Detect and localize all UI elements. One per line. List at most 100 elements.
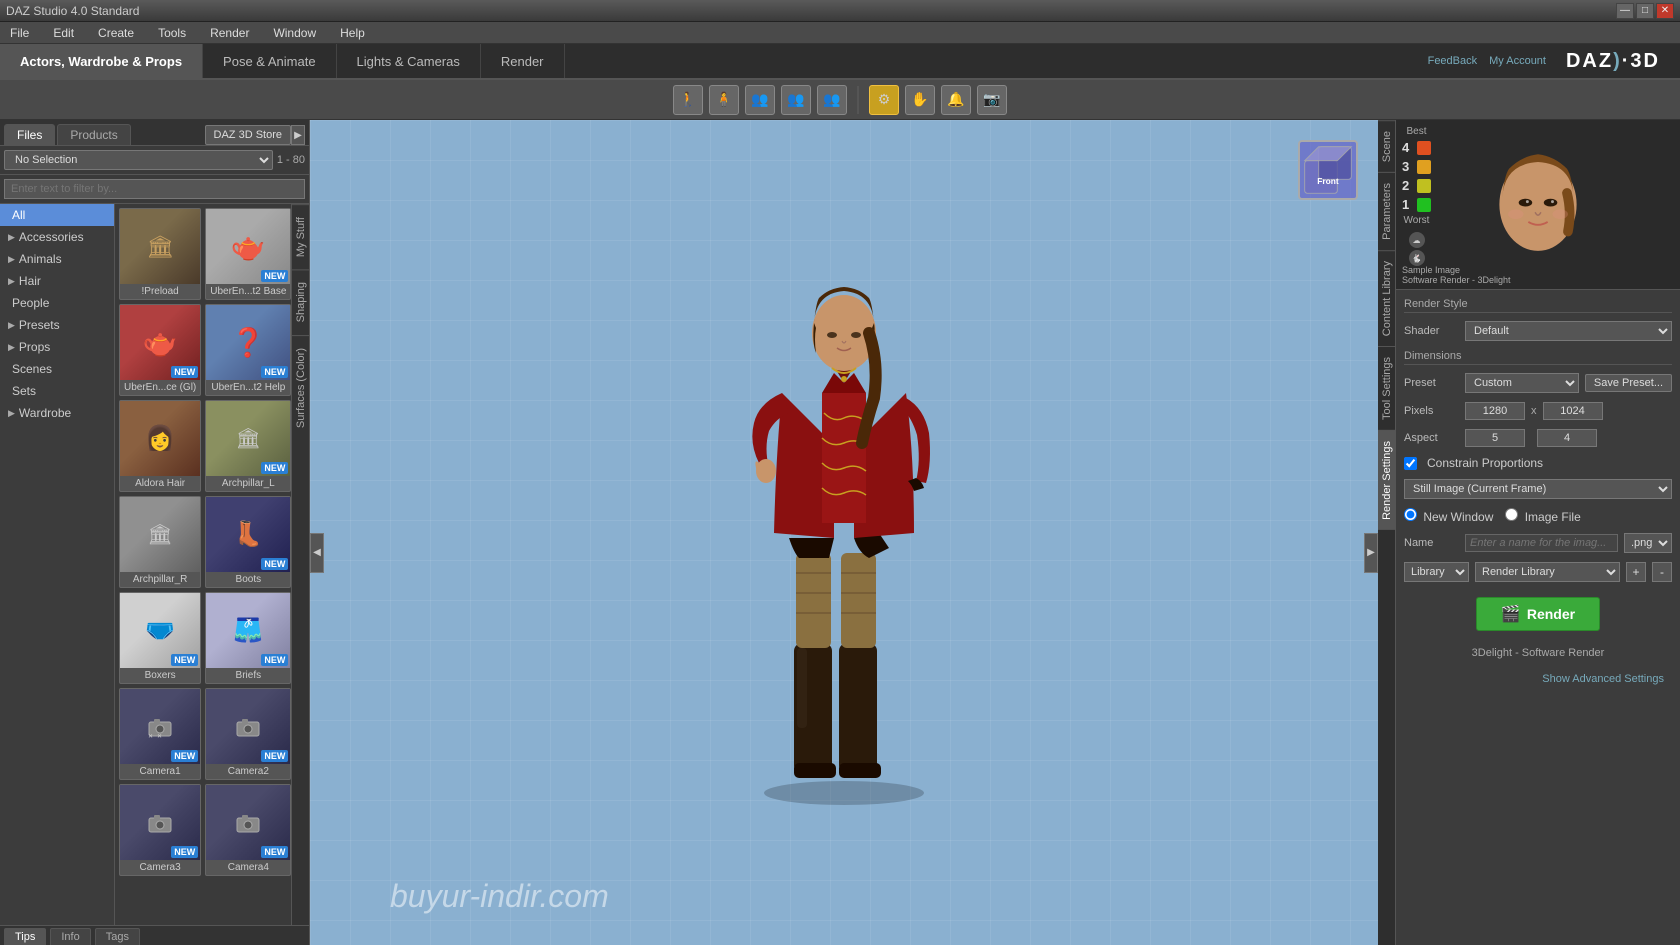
list-item[interactable]: NEW Camera4 bbox=[205, 784, 291, 876]
side-tab-my-stuff[interactable]: My Stuff bbox=[292, 204, 309, 269]
list-item[interactable]: NEW Camera3 bbox=[119, 784, 201, 876]
render-engine-label: 3Delight - Software Render bbox=[1404, 643, 1672, 663]
feedback-link[interactable]: FeedBack bbox=[1428, 55, 1478, 67]
cat-accessories[interactable]: ▶Accessories bbox=[0, 226, 114, 248]
menu-file[interactable]: File bbox=[6, 24, 33, 42]
list-item[interactable]: ❓ NEW UberEn...t2 Help bbox=[205, 304, 291, 396]
quality-icon-2[interactable]: 🐇 bbox=[1409, 250, 1425, 266]
aspect-width-input[interactable] bbox=[1465, 429, 1525, 447]
search-input[interactable] bbox=[4, 179, 305, 199]
cat-scenes[interactable]: Scenes bbox=[0, 358, 114, 380]
right-tab-scene[interactable]: Scene bbox=[1378, 120, 1395, 172]
pixels-height-input[interactable] bbox=[1543, 402, 1603, 420]
quality-icon-1[interactable]: ☁ bbox=[1409, 232, 1425, 248]
daz-store-button[interactable]: DAZ 3D Store bbox=[205, 125, 291, 145]
selection-dropdown[interactable]: No Selection bbox=[4, 150, 273, 170]
save-preset-button[interactable]: Save Preset... bbox=[1585, 374, 1672, 392]
new-window-radio[interactable] bbox=[1404, 508, 1417, 521]
image-file-radio[interactable] bbox=[1505, 508, 1518, 521]
render-to-select[interactable]: Still Image (Current Frame) bbox=[1404, 479, 1672, 499]
minimize-button[interactable]: — bbox=[1616, 3, 1634, 19]
right-tab-content-library[interactable]: Content Library bbox=[1378, 250, 1395, 346]
cat-presets[interactable]: ▶Presets bbox=[0, 314, 114, 336]
tab-products[interactable]: Products bbox=[57, 124, 130, 145]
library-add-button[interactable]: + bbox=[1626, 562, 1646, 582]
tab-info[interactable]: Info bbox=[50, 928, 90, 945]
right-tab-render-settings[interactable]: Render Settings bbox=[1378, 430, 1395, 530]
app-title: DAZ Studio 4.0 Standard bbox=[6, 4, 139, 18]
cat-hair[interactable]: ▶Hair bbox=[0, 270, 114, 292]
camera-icon bbox=[233, 808, 263, 838]
view-cube[interactable]: Front bbox=[1298, 140, 1358, 200]
toolbar-group2-icon[interactable]: 👥 bbox=[781, 85, 811, 115]
new-badge: NEW bbox=[261, 654, 288, 666]
account-link[interactable]: My Account bbox=[1489, 55, 1546, 67]
name-input[interactable] bbox=[1465, 534, 1618, 552]
viewport-left-collapse[interactable]: ◀ bbox=[310, 533, 324, 573]
toolbar-settings-icon[interactable]: ⚙ bbox=[869, 85, 899, 115]
list-item[interactable]: 🫖 NEW UberEn...t2 Base bbox=[205, 208, 291, 300]
quality-bar-4 bbox=[1417, 141, 1431, 155]
viewport-right-collapse[interactable]: ▶ bbox=[1364, 533, 1378, 573]
asset-name: Boots bbox=[206, 572, 290, 587]
show-advanced-settings[interactable]: Show Advanced Settings bbox=[1404, 669, 1672, 689]
list-item[interactable]: 🩳 NEW Briefs bbox=[205, 592, 291, 684]
list-item[interactable]: 🫖 NEW UberEn...ce (Gl) bbox=[119, 304, 201, 396]
tab-tips[interactable]: Tips bbox=[4, 928, 46, 945]
tab-pose-animate[interactable]: Pose & Animate bbox=[203, 44, 337, 78]
cat-all[interactable]: All bbox=[0, 204, 114, 226]
shader-select[interactable]: Default bbox=[1465, 321, 1672, 341]
menu-tools[interactable]: Tools bbox=[154, 24, 190, 42]
menu-create[interactable]: Create bbox=[94, 24, 138, 42]
render-button[interactable]: 🎬 Render bbox=[1476, 597, 1600, 631]
preset-select[interactable]: Custom bbox=[1465, 373, 1579, 393]
list-item[interactable]: 🏛 NEW Archpillar_L bbox=[205, 400, 291, 492]
aspect-height-input[interactable] bbox=[1537, 429, 1597, 447]
list-item[interactable]: 🩲 NEW Boxers bbox=[119, 592, 201, 684]
menu-help[interactable]: Help bbox=[336, 24, 369, 42]
right-tab-tool-settings[interactable]: Tool Settings bbox=[1378, 346, 1395, 430]
toolbar-group1-icon[interactable]: 👥 bbox=[745, 85, 775, 115]
tab-tags[interactable]: Tags bbox=[95, 928, 140, 945]
menu-edit[interactable]: Edit bbox=[49, 24, 78, 42]
constrain-checkbox[interactable] bbox=[1404, 457, 1417, 470]
cat-sets[interactable]: Sets bbox=[0, 380, 114, 402]
list-item[interactable]: ✕ ✕ NEW Camera1 bbox=[119, 688, 201, 780]
side-tab-shaping[interactable]: Shaping bbox=[292, 269, 309, 334]
cat-props[interactable]: ▶Props bbox=[0, 336, 114, 358]
list-item[interactable]: 🏛 !Preload bbox=[119, 208, 201, 300]
tab-lights-cameras[interactable]: Lights & Cameras bbox=[337, 44, 481, 78]
cat-animals[interactable]: ▶Animals bbox=[0, 248, 114, 270]
list-item[interactable]: 👩 Aldora Hair bbox=[119, 400, 201, 492]
toolbar-person1-icon[interactable]: 🚶 bbox=[673, 85, 703, 115]
svg-text:✕: ✕ bbox=[148, 734, 153, 740]
ext-select[interactable]: .png bbox=[1624, 533, 1672, 553]
cat-people[interactable]: People bbox=[0, 292, 114, 314]
pixels-width-input[interactable] bbox=[1465, 402, 1525, 420]
toolbar-person2-icon[interactable]: 🧍 bbox=[709, 85, 739, 115]
tab-actors-wardrobe-props[interactable]: Actors, Wardrobe & Props bbox=[0, 44, 203, 78]
tab-files[interactable]: Files bbox=[4, 124, 55, 145]
render-library-select[interactable]: Render Library bbox=[1475, 562, 1620, 582]
library-minus-button[interactable]: - bbox=[1652, 562, 1672, 582]
tab-render[interactable]: Render bbox=[481, 44, 565, 78]
list-item[interactable]: NEW Camera2 bbox=[205, 688, 291, 780]
toolbar-hand-icon[interactable]: ✋ bbox=[905, 85, 935, 115]
library-select[interactable]: Library bbox=[1404, 562, 1469, 582]
menu-window[interactable]: Window bbox=[269, 24, 320, 42]
cat-wardrobe[interactable]: ▶Wardrobe bbox=[0, 402, 114, 424]
right-panel-outer: Scene Parameters Content Library Tool Se… bbox=[1378, 120, 1680, 945]
panel-collapse-button[interactable]: ▶ bbox=[291, 125, 305, 145]
toolbar-group3-icon[interactable]: 👥 bbox=[817, 85, 847, 115]
menu-render[interactable]: Render bbox=[206, 24, 253, 42]
side-tab-surfaces[interactable]: Surfaces (Color) bbox=[292, 335, 309, 440]
list-item[interactable]: 🏛 Archpillar_R bbox=[119, 496, 201, 588]
maximize-button[interactable]: □ bbox=[1636, 3, 1654, 19]
asset-thumbnail: ✕ ✕ NEW bbox=[120, 689, 200, 764]
constrain-label: Constrain Proportions bbox=[1427, 456, 1543, 470]
toolbar-bell-icon[interactable]: 🔔 bbox=[941, 85, 971, 115]
list-item[interactable]: 👢 NEW Boots bbox=[205, 496, 291, 588]
close-button[interactable]: ✕ bbox=[1656, 3, 1674, 19]
right-tab-parameters[interactable]: Parameters bbox=[1378, 172, 1395, 250]
toolbar-camera-icon[interactable]: 📷 bbox=[977, 85, 1007, 115]
